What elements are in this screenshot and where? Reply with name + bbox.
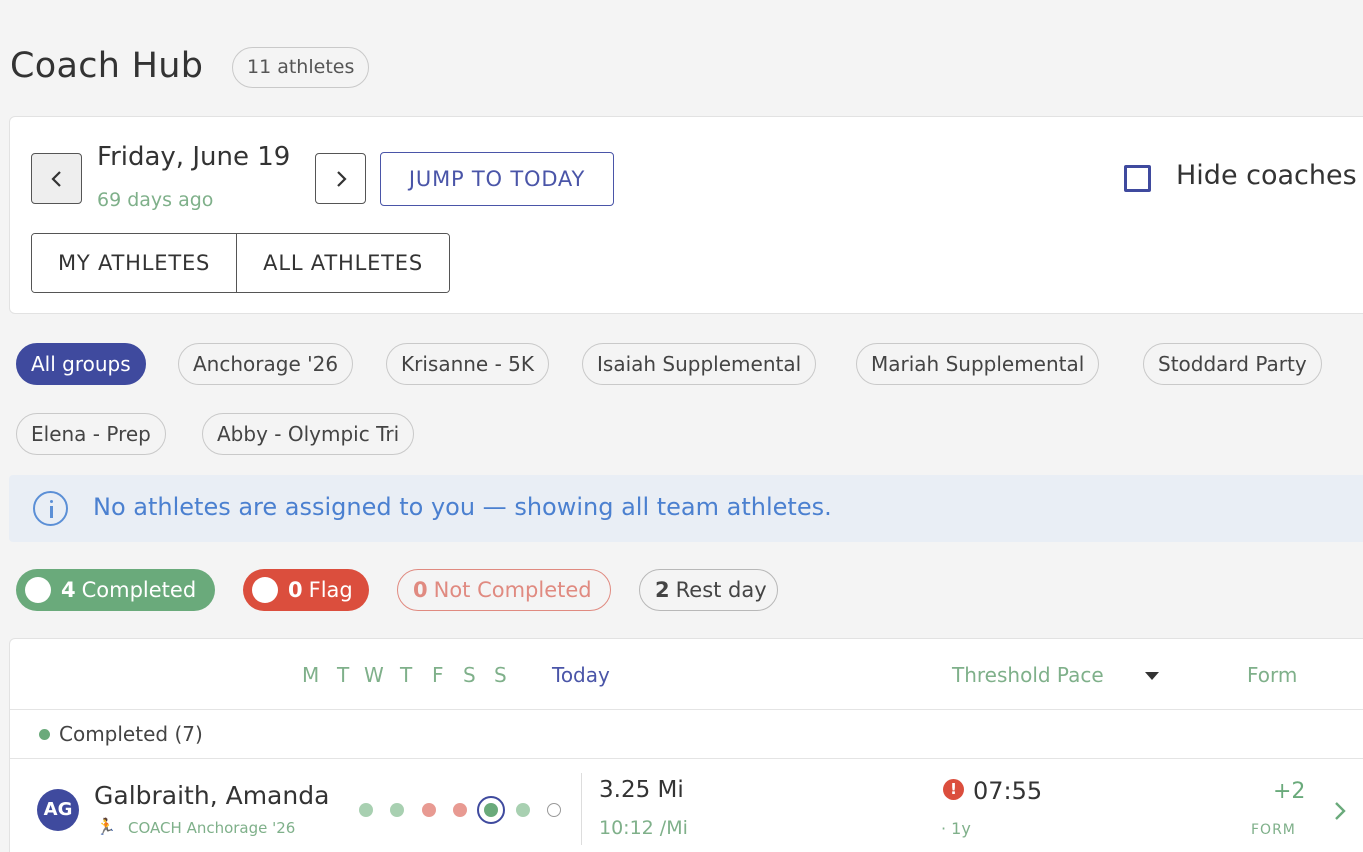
my-athletes-button[interactable]: MY ATHLETES xyxy=(32,234,237,292)
alert-icon[interactable]: ! xyxy=(943,779,964,800)
week-day-status-dot[interactable] xyxy=(516,803,530,817)
form-label: FORM xyxy=(1251,822,1296,838)
next-day-button[interactable] xyxy=(315,153,366,204)
group-chip-isaiah[interactable]: Isaiah Supplemental xyxy=(582,343,817,385)
rest-day-count: 2 xyxy=(655,578,670,602)
rest-day-label: Rest day xyxy=(675,578,767,602)
week-day-status-dot[interactable] xyxy=(547,803,561,817)
athlete-scope-toggle: MY ATHLETES ALL ATHLETES xyxy=(31,233,450,293)
all-athletes-button[interactable]: ALL ATHLETES xyxy=(236,234,449,292)
threshold-pace-value: 07:55 xyxy=(973,777,1043,805)
group-chip-stoddard[interactable]: Stoddard Party xyxy=(1143,343,1322,385)
relative-date: 69 days ago xyxy=(97,189,214,211)
not-completed-filter[interactable]: 0 Not Completed xyxy=(397,569,611,611)
chevron-right-icon xyxy=(336,170,347,187)
group-chip-anchorage[interactable]: Anchorage '26 xyxy=(178,343,354,385)
previous-day-button[interactable] xyxy=(31,153,82,204)
athlete-count-badge: 11 athletes xyxy=(232,47,370,88)
caret-down-icon[interactable] xyxy=(1145,672,1159,680)
workout-distance: 3.25 Mi xyxy=(599,777,684,803)
chevron-left-icon xyxy=(50,170,61,187)
weekday-header: T xyxy=(337,663,350,687)
jump-to-today-button[interactable]: JUMP TO TODAY xyxy=(380,152,614,206)
week-day-status-dot-current[interactable] xyxy=(477,796,505,824)
not-completed-count: 0 xyxy=(413,578,428,602)
weekday-header: M xyxy=(302,663,320,687)
avatar: AG xyxy=(37,789,79,831)
runner-icon: 🏃 xyxy=(96,817,116,836)
hide-coaches-label[interactable]: Hide coaches xyxy=(1176,160,1357,191)
athlete-meta: COACH Anchorage '26 xyxy=(128,819,295,837)
hide-coaches-checkbox[interactable] xyxy=(1124,165,1151,192)
completed-count: 4 xyxy=(61,578,76,602)
workout-pace: 10:12 /Mi xyxy=(599,817,688,839)
group-chip-krisanne[interactable]: Krisanne - 5K xyxy=(386,343,549,385)
weekday-header: T xyxy=(400,663,413,687)
flag-label: Flag xyxy=(308,578,353,602)
divider xyxy=(581,773,582,845)
chevron-right-icon[interactable] xyxy=(1334,801,1346,821)
threshold-pace-header[interactable]: Threshold Pace xyxy=(952,663,1104,687)
form-column-header[interactable]: Form xyxy=(1247,663,1297,687)
athlete-group: Anchorage '26 xyxy=(186,819,296,837)
completed-filter[interactable]: 4 Completed xyxy=(16,569,215,611)
current-date: Friday, June 19 xyxy=(97,142,291,172)
page-title: Coach Hub xyxy=(10,46,204,86)
info-message: No athletes are assigned to you — showin… xyxy=(93,493,832,521)
athlete-table: M T W T F S S Today Threshold Pace Form … xyxy=(9,638,1363,852)
today-column-header: Today xyxy=(552,663,610,687)
date-control-card: Friday, June 19 69 days ago JUMP TO TODA… xyxy=(9,116,1363,314)
athlete-role: COACH xyxy=(128,819,182,837)
group-chip-elena[interactable]: Elena - Prep xyxy=(16,413,166,455)
weekday-header: F xyxy=(432,663,444,687)
completed-group-dot xyxy=(39,729,50,740)
weekday-header: W xyxy=(364,663,384,687)
group-chip-all[interactable]: All groups xyxy=(16,343,146,385)
week-day-status-dot[interactable] xyxy=(422,803,436,817)
form-value: +2 xyxy=(1273,779,1306,804)
group-chip-abby[interactable]: Abby - Olympic Tri xyxy=(202,413,415,455)
rest-day-filter[interactable]: 2 Rest day xyxy=(639,569,778,611)
threshold-pace-age: · 1y xyxy=(941,819,971,838)
group-chip-mariah[interactable]: Mariah Supplemental xyxy=(856,343,1100,385)
completed-toggle-icon xyxy=(25,577,51,603)
completed-group-label[interactable]: Completed (7) xyxy=(59,722,203,746)
completed-label: Completed xyxy=(81,578,197,602)
divider xyxy=(10,709,1363,710)
info-banner: No athletes are assigned to you — showin… xyxy=(9,475,1363,542)
flag-toggle-icon xyxy=(252,577,278,603)
athlete-name[interactable]: Galbraith, Amanda xyxy=(94,781,329,810)
flag-count: 0 xyxy=(288,578,303,602)
week-day-status-dot[interactable] xyxy=(390,803,404,817)
info-icon xyxy=(33,491,68,526)
weekday-header: S xyxy=(494,663,507,687)
week-day-status-dot[interactable] xyxy=(359,803,373,817)
not-completed-label: Not Completed xyxy=(433,578,592,602)
weekday-header: S xyxy=(463,663,476,687)
flag-filter[interactable]: 0 Flag xyxy=(243,569,369,611)
divider xyxy=(10,758,1363,759)
week-day-status-dot[interactable] xyxy=(453,803,467,817)
